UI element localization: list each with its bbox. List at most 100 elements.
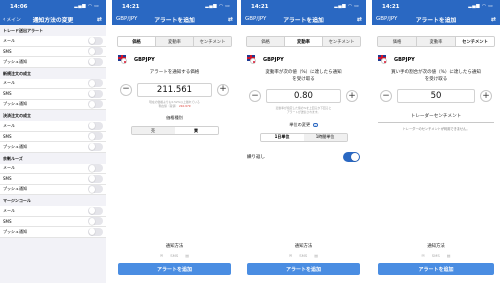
pair-name: GBPJPY [263, 56, 284, 63]
japan-flag-icon [250, 58, 256, 64]
sentiment-prompt: 買い手の割合が次の値（%）に達したら通知 を受け取る [372, 70, 500, 83]
sms-toggle[interactable] [88, 217, 103, 226]
pair-name: GBPJPY [394, 56, 415, 63]
status-indicators: ▂▄▆ ◠ ▭ [468, 4, 493, 9]
sms-icon[interactable]: SMS [432, 253, 440, 258]
decrement-button[interactable]: − [380, 90, 392, 102]
tab-change-rate[interactable]: 変動率 [285, 37, 323, 46]
add-alert-button[interactable]: アラートを追加 [118, 263, 231, 275]
row-push: プッシュ通知 [0, 184, 106, 195]
tab-price[interactable]: 価格 [378, 37, 417, 46]
row-label: メール [3, 207, 15, 213]
row-email: メール [0, 121, 106, 132]
tab-sentiment[interactable]: センチメント [323, 37, 360, 46]
increment-button[interactable]: + [217, 83, 229, 96]
settings-icon[interactable]: ⇄ [357, 16, 362, 23]
email-toggle[interactable] [88, 79, 103, 88]
option-buy[interactable]: 買 [174, 127, 218, 135]
currency-pair: GBPJPY [118, 55, 237, 64]
add-alert-button[interactable]: アラートを追加 [378, 263, 494, 275]
push-toggle[interactable] [88, 100, 103, 109]
note-line: アラートが送信されます。 [286, 110, 321, 115]
page-title: アラートを追加 [415, 17, 457, 24]
sms-icon[interactable]: SMS [170, 253, 178, 258]
back-button[interactable]: ‹ メイン [3, 16, 21, 23]
section-close-order: 決済注文の成立 メール SMS プッシュ通知 [0, 110, 106, 153]
row-sms: SMS [0, 46, 106, 57]
notify-icons: ✉ SMS ▤ [112, 253, 237, 258]
row-email: メール [0, 36, 106, 47]
push-icon[interactable]: ▤ [447, 253, 451, 258]
email-toggle[interactable] [88, 206, 103, 215]
sms-toggle[interactable] [88, 174, 103, 183]
tab-price[interactable]: 価格 [118, 37, 156, 46]
settings-icon[interactable]: ⇄ [97, 16, 102, 23]
prompt-line: 買い手の割合が次の値（%）に達したら通知 [391, 70, 481, 75]
price-input[interactable]: 211.561 [137, 82, 212, 97]
row-sms: SMS [0, 216, 106, 227]
rate-input[interactable]: 0.80 [266, 89, 341, 103]
row-email: メール [0, 206, 106, 217]
rate-note: 変動率が指定した値の%を上回るか下回ると アラートが送信されます。 [241, 106, 366, 115]
row-push: プッシュ通知 [0, 227, 106, 238]
tab-change-rate[interactable]: 変動率 [156, 37, 194, 46]
settings-icon[interactable]: ⇄ [228, 16, 233, 23]
email-toggle[interactable] [88, 164, 103, 173]
notify-icons: ✉ SMS ▤ [372, 253, 500, 258]
push-toggle[interactable] [88, 142, 103, 151]
info-icon[interactable]: i [313, 122, 318, 127]
tab-sentiment[interactable]: センチメント [456, 37, 494, 46]
mail-icon[interactable]: ✉ [160, 253, 163, 258]
push-toggle[interactable] [88, 185, 103, 194]
mail-icon[interactable]: ✉ [422, 253, 425, 258]
notify-footer: 通知方法 ✉ SMS ▤ アラートを追加 [372, 243, 500, 275]
row-push: プッシュ通知 [0, 99, 106, 110]
row-label: メール [3, 165, 15, 171]
increment-button[interactable]: + [346, 90, 358, 102]
notify-method-label: 通知方法 [294, 244, 313, 249]
sentiment-divider [378, 122, 494, 123]
push-toggle[interactable] [88, 227, 103, 236]
price-note: 現在の価格よりも0.52%以上離れている 現在値（買値） 210.979 [112, 100, 237, 109]
sms-toggle[interactable] [88, 132, 103, 141]
add-alert-sentiment-screen: 14:21 ▂▄▆ ◠ ▭ GBP/JPY アラートを追加 ⇄ 価格 変動率 セ… [372, 0, 500, 283]
row-label: プッシュ通知 [3, 186, 27, 192]
tab-price[interactable]: 価格 [247, 37, 285, 46]
tab-change-rate[interactable]: 変動率 [417, 37, 456, 46]
add-alert-button[interactable]: アラートを追加 [247, 263, 360, 275]
email-toggle[interactable] [88, 36, 103, 45]
mail-icon[interactable]: ✉ [289, 253, 292, 258]
status-bar: 14:21 ▂▄▆ ◠ ▭ [241, 0, 366, 13]
row-label: メール [3, 37, 15, 43]
section-title: 新規注文の成立 [3, 70, 31, 76]
option-sell[interactable]: 売 [131, 127, 175, 135]
nav-bar: ‹ メイン 通知方法の変更 ⇄ [0, 13, 106, 25]
notify-footer: 通知方法 ✉ SMS ▤ アラートを追加 [241, 243, 366, 275]
rate-prompt: 変動率が次の値（%）に達したら通知 を受け取る [241, 70, 366, 83]
push-icon[interactable]: ▤ [185, 253, 189, 258]
sms-toggle[interactable] [88, 47, 103, 56]
sms-toggle[interactable] [88, 89, 103, 98]
price-stepper: − 211.561 + [120, 82, 229, 97]
alert-type-tabs: 価格 変動率 センチメント [246, 36, 361, 47]
decrement-button[interactable]: − [249, 90, 261, 102]
current-price: 210.979 [178, 103, 191, 108]
unit-selector: 1日単位 1時間単位 [259, 132, 348, 142]
tab-sentiment[interactable]: センチメント [194, 37, 231, 46]
push-toggle[interactable] [88, 57, 103, 66]
push-icon[interactable]: ▤ [314, 253, 318, 258]
sentiment-input[interactable]: 50 [397, 89, 475, 103]
option-hourly[interactable]: 1時間単位 [303, 133, 347, 141]
currency-pair: GBPJPY [247, 55, 366, 64]
increment-button[interactable]: + [480, 90, 492, 102]
decrement-button[interactable]: − [120, 83, 132, 96]
row-label: プッシュ通知 [3, 143, 27, 149]
note-prefix: 現在値（買値） [158, 103, 179, 108]
sms-icon[interactable]: SMS [299, 253, 307, 258]
settings-list: トレード送出アラート メール SMS プッシュ通知 新規注文の成立 メール SM… [0, 25, 106, 238]
repeat-toggle[interactable] [343, 151, 360, 162]
option-daily[interactable]: 1日単位 [260, 133, 304, 141]
add-alert-price-screen: 14:21 ▂▄▆ ◠ ▭ GBP/JPY アラートを追加 ⇄ 価格 変動率 セ… [112, 0, 237, 283]
settings-icon[interactable]: ⇄ [491, 16, 496, 23]
email-toggle[interactable] [88, 121, 103, 130]
